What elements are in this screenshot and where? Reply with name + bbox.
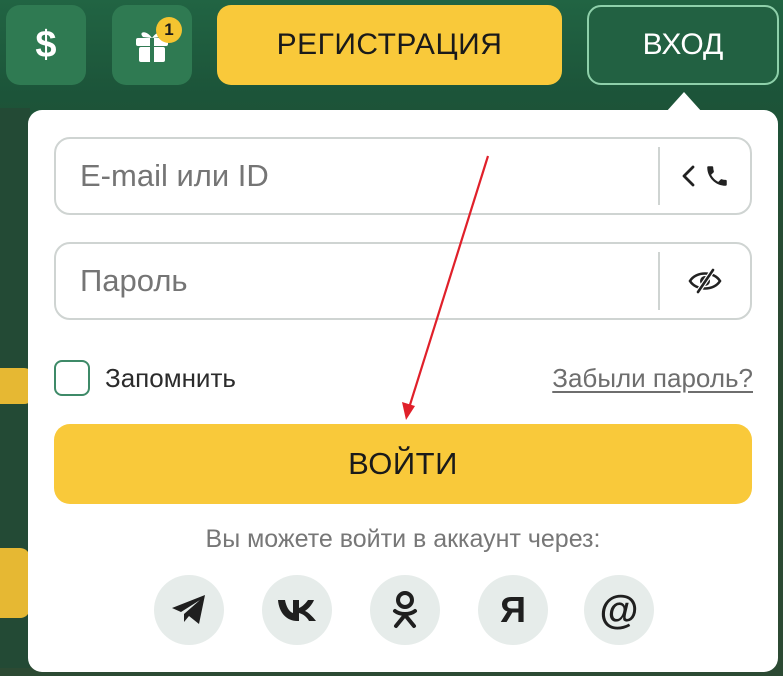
- submit-login-button[interactable]: ВОЙТИ: [54, 424, 752, 504]
- login-popup: Запомнить Забыли пароль? ВОЙТИ Вы можете…: [28, 110, 778, 672]
- login-button[interactable]: ВХОД: [587, 5, 779, 85]
- remember-me[interactable]: Запомнить: [54, 360, 236, 396]
- password-input[interactable]: [56, 262, 658, 300]
- deposit-button[interactable]: $: [6, 5, 86, 85]
- background-item: [0, 548, 30, 618]
- telegram-login-button[interactable]: [154, 575, 224, 645]
- odnoklassniki-login-button[interactable]: [370, 575, 440, 645]
- vk-icon: [278, 600, 316, 621]
- forgot-password-link[interactable]: Забыли пароль?: [552, 363, 753, 394]
- switch-to-phone-button[interactable]: [660, 139, 750, 213]
- remember-checkbox[interactable]: [54, 360, 90, 396]
- phone-icon: [707, 166, 727, 186]
- eye-off-icon: [688, 268, 722, 294]
- social-login-list: Я @: [154, 575, 654, 645]
- yandex-icon: Я: [500, 589, 526, 630]
- email-field[interactable]: [54, 137, 752, 215]
- yandex-login-button[interactable]: Я: [478, 575, 548, 645]
- popup-caret: [666, 92, 702, 112]
- vk-login-button[interactable]: [262, 575, 332, 645]
- email-input[interactable]: [56, 157, 658, 195]
- social-login-caption: Вы можете войти в аккаунт через:: [205, 525, 601, 553]
- gift-button[interactable]: 1: [112, 5, 192, 85]
- telegram-icon: [172, 595, 205, 624]
- password-field[interactable]: [54, 242, 752, 320]
- odnoklassniki-icon: [393, 591, 417, 628]
- register-button[interactable]: РЕГИСТРАЦИЯ: [217, 5, 562, 85]
- mail-login-button[interactable]: @: [584, 575, 654, 645]
- toggle-password-visibility[interactable]: [660, 244, 750, 318]
- gift-count-badge: 1: [156, 17, 182, 43]
- chevron-left-icon: [682, 165, 695, 187]
- mail-at-icon: @: [599, 587, 639, 632]
- remember-label: Запомнить: [105, 362, 236, 393]
- dollar-icon: $: [35, 23, 57, 66]
